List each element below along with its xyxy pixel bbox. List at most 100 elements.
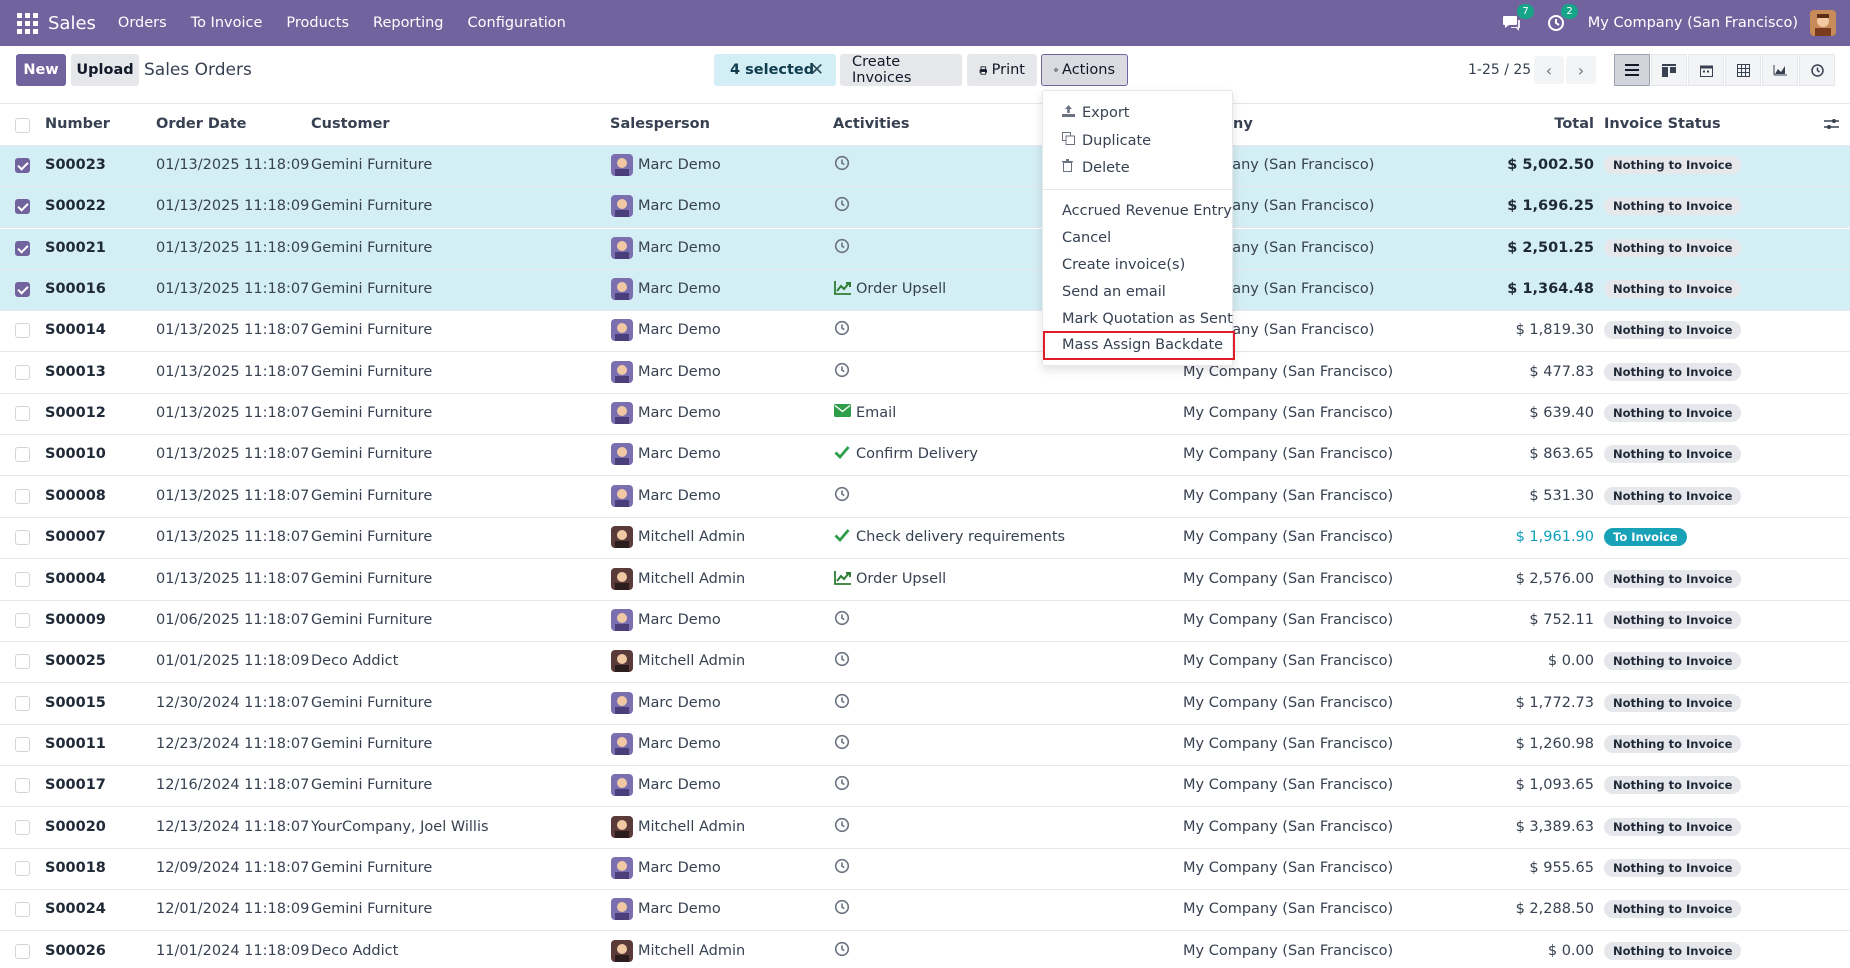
salesperson-avatar[interactable] xyxy=(611,691,633,714)
activity-view-button[interactable] xyxy=(1799,54,1835,86)
row-checkbox[interactable] xyxy=(15,612,30,628)
row-checkbox[interactable] xyxy=(15,530,30,546)
salesperson-avatar[interactable] xyxy=(611,732,633,755)
clock-icon[interactable] xyxy=(834,486,850,502)
nav-products[interactable]: Products xyxy=(286,15,349,31)
clear-selection-icon[interactable]: ✕ xyxy=(810,60,824,80)
row-checkbox[interactable] xyxy=(15,364,30,380)
row-checkbox[interactable] xyxy=(15,943,30,959)
column-total[interactable]: Total xyxy=(1554,116,1594,132)
salesperson-avatar[interactable] xyxy=(611,402,633,425)
activity-label[interactable]: Order Upsell xyxy=(856,281,946,297)
clock-icon[interactable] xyxy=(834,651,850,667)
actions-button[interactable]: Actions xyxy=(1041,54,1128,86)
table-row[interactable]: S00023 01/13/2025 11:18:09 Gemini Furnitur… xyxy=(0,146,1850,187)
select-all-checkbox[interactable] xyxy=(15,118,30,133)
column-number[interactable]: Number xyxy=(45,116,110,132)
activities-icon[interactable]: 2 xyxy=(1544,4,1578,35)
graph-view-button[interactable] xyxy=(1762,54,1798,86)
clock-icon[interactable] xyxy=(834,775,850,791)
row-checkbox[interactable] xyxy=(15,654,30,670)
menu-item-cancel[interactable]: Cancel xyxy=(1062,230,1111,246)
column-company[interactable]: ny xyxy=(1233,116,1253,132)
calendar-view-button[interactable] xyxy=(1688,54,1724,86)
row-checkbox[interactable] xyxy=(15,158,30,173)
salesperson-avatar[interactable] xyxy=(611,319,633,342)
row-checkbox[interactable] xyxy=(15,240,30,256)
column-order-date[interactable]: Order Date xyxy=(156,116,246,132)
salesperson-avatar[interactable] xyxy=(611,856,633,879)
nav-to-invoice[interactable]: To Invoice xyxy=(191,15,263,31)
row-checkbox[interactable] xyxy=(15,736,30,752)
row-checkbox[interactable] xyxy=(15,406,30,422)
clock-icon[interactable] xyxy=(834,941,850,957)
salesperson-avatar[interactable] xyxy=(611,154,633,176)
table-row[interactable]: S00020 12/13/2024 11:18:07 YourCompany, Jo… xyxy=(0,808,1850,849)
check-icon[interactable] xyxy=(834,528,852,544)
pivot-view-button[interactable] xyxy=(1725,54,1761,86)
activity-label[interactable]: Email xyxy=(856,405,896,421)
table-row[interactable]: S00008 01/13/2025 11:18:07 Gemini Furnitur… xyxy=(0,477,1850,518)
salesperson-avatar[interactable] xyxy=(611,898,633,921)
app-menu-icon[interactable] xyxy=(14,10,40,36)
row-checkbox[interactable] xyxy=(15,571,30,587)
salesperson-avatar[interactable] xyxy=(611,815,633,838)
row-checkbox[interactable] xyxy=(15,819,30,835)
activity-label[interactable]: Confirm Delivery xyxy=(856,446,978,462)
menu-item-send-email[interactable]: Send an email xyxy=(1062,284,1166,300)
column-customer[interactable]: Customer xyxy=(311,116,390,132)
salesperson-avatar[interactable] xyxy=(611,650,633,673)
menu-item-mass-assign-backdate[interactable]: Mass Assign Backdate xyxy=(1062,337,1223,353)
table-row[interactable]: S00007 01/13/2025 11:18:07 Gemini Furnitur… xyxy=(0,518,1850,560)
table-row[interactable]: S00022 01/13/2025 11:18:09 Gemini Furnitur… xyxy=(0,187,1850,229)
column-activities[interactable]: Activities xyxy=(833,116,910,132)
row-checkbox[interactable] xyxy=(15,199,30,215)
clock-icon[interactable] xyxy=(834,899,850,915)
row-checkbox[interactable] xyxy=(15,902,30,918)
clock-icon[interactable] xyxy=(834,610,850,626)
salesperson-avatar[interactable] xyxy=(611,236,633,259)
list-view-button[interactable] xyxy=(1614,54,1650,86)
salesperson-avatar[interactable] xyxy=(611,567,633,590)
menu-item-accrued-revenue-entry[interactable]: Accrued Revenue Entry xyxy=(1062,203,1232,219)
nav-configuration[interactable]: Configuration xyxy=(468,15,566,31)
table-row[interactable]: S00026 11/01/2024 11:18:09 Deco Addict Mitc… xyxy=(0,932,1850,968)
column-invoice-status[interactable]: Invoice Status xyxy=(1604,116,1721,132)
menu-item-create-invoices[interactable]: Create invoice(s) xyxy=(1062,257,1185,273)
table-row[interactable]: S00011 12/23/2024 11:18:07 Gemini Furnitur… xyxy=(0,725,1850,766)
salesperson-avatar[interactable] xyxy=(611,278,633,301)
table-row[interactable]: S00016 01/13/2025 11:18:07 Gemini Furnitur… xyxy=(0,270,1850,312)
row-checkbox[interactable] xyxy=(15,282,30,298)
create-invoices-button[interactable]: Create Invoices xyxy=(840,54,962,86)
clock-icon[interactable] xyxy=(834,362,850,378)
clock-icon[interactable] xyxy=(834,693,850,709)
company-switcher[interactable]: My Company (San Francisco) xyxy=(1588,15,1798,31)
clock-icon[interactable] xyxy=(834,238,850,254)
salesperson-avatar[interactable] xyxy=(611,939,633,962)
table-row[interactable]: S00018 12/09/2024 11:18:07 Gemini Furnitur… xyxy=(0,849,1850,890)
trending-up-icon[interactable] xyxy=(834,280,852,296)
pager-next-button[interactable]: › xyxy=(1566,56,1596,84)
row-checkbox[interactable] xyxy=(15,488,30,504)
table-row[interactable]: S00009 01/06/2025 11:18:07 Gemini Furnitur… xyxy=(0,601,1850,642)
salesperson-avatar[interactable] xyxy=(611,526,633,549)
row-checkbox[interactable] xyxy=(15,778,30,794)
optional-columns-icon[interactable] xyxy=(1824,117,1839,135)
row-checkbox[interactable] xyxy=(15,860,30,876)
clock-icon[interactable] xyxy=(834,734,850,750)
table-row[interactable]: S00017 12/16/2024 11:18:07 Gemini Furnitur… xyxy=(0,766,1850,808)
trending-up-icon[interactable] xyxy=(834,570,852,586)
clock-icon[interactable] xyxy=(834,817,850,833)
kanban-view-button[interactable] xyxy=(1651,54,1687,86)
app-name[interactable]: Sales xyxy=(48,13,96,34)
table-row[interactable]: S00013 01/13/2025 11:18:07 Gemini Furnitur… xyxy=(0,353,1850,394)
activity-label[interactable]: Check delivery requirements xyxy=(856,529,1065,545)
pager-previous-button[interactable]: ‹ xyxy=(1534,56,1564,84)
messages-icon[interactable]: 7 xyxy=(1500,4,1534,35)
upload-button[interactable]: Upload xyxy=(71,54,139,86)
salesperson-avatar[interactable] xyxy=(611,774,633,797)
menu-item-duplicate[interactable]: Duplicate xyxy=(1062,132,1151,149)
table-row[interactable]: S00010 01/13/2025 11:18:07 Gemini Furnitur… xyxy=(0,435,1850,477)
table-row[interactable]: S00021 01/13/2025 11:18:09 Gemini Furnitur… xyxy=(0,228,1850,270)
table-row[interactable]: S00012 01/13/2025 11:18:07 Gemini Furnitur… xyxy=(0,394,1850,436)
